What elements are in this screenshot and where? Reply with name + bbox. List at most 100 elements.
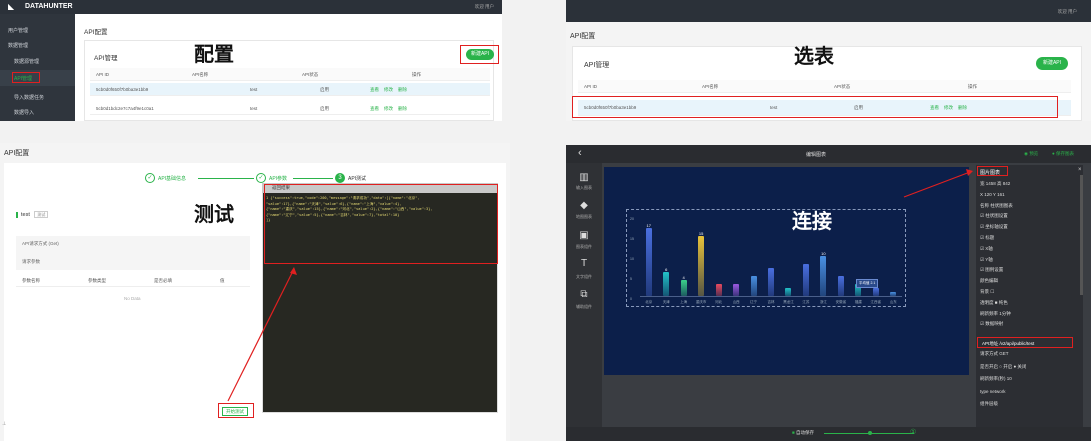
preview-button[interactable]: ◉ 预览 <box>1024 151 1038 157</box>
property-row[interactable]: type network <box>980 389 1006 394</box>
props-close-icon[interactable]: × <box>1078 167 1082 173</box>
back-button[interactable]: ‹ <box>578 147 582 159</box>
view-link[interactable]: 查看 <box>370 83 379 96</box>
property-row[interactable]: 刷新频率 1分钟 <box>980 311 1011 317</box>
chart-canvas[interactable]: 连接 20 15 10 5 0 17 北京 6 天津 4 上海 15 重庆市 河北 山西 辽宁 吉林 黑龙江 江苏… <box>604 167 969 375</box>
bar-value-label: 15 <box>698 231 704 236</box>
panel-title: API管理 <box>584 62 610 69</box>
bar[interactable] <box>663 272 670 296</box>
property-row[interactable]: ☑ 标题 <box>980 235 994 241</box>
property-row[interactable]: 透明度 ■ 纯色 <box>980 300 1008 306</box>
bar-chart-icon[interactable]: ▥ <box>577 172 591 184</box>
step-2-label: API参数 <box>269 176 288 182</box>
autosave-toggle[interactable]: ■ 自动保存 <box>792 430 814 436</box>
view-link[interactable]: 查看 <box>370 102 379 115</box>
bar[interactable] <box>872 288 879 296</box>
add-api-button[interactable]: 新建API <box>466 49 494 60</box>
result-header-label: 返回结果 <box>272 185 290 190</box>
table-header: API ID API名称 API状态 操作 <box>578 80 1071 93</box>
bar[interactable] <box>820 256 827 296</box>
user-menu[interactable]: 欢迎 用户 <box>1058 9 1077 15</box>
property-row[interactable]: 刷新频率(秒) 10 <box>980 376 1012 382</box>
col-api-name: API名称 <box>702 84 719 89</box>
edit-link[interactable]: 修改 <box>384 102 393 115</box>
bottom-bar <box>566 427 1091 441</box>
annotation-select: 选表 <box>794 44 834 68</box>
bar[interactable] <box>715 284 722 296</box>
bar[interactable] <box>645 228 652 296</box>
property-row[interactable]: ☑ Y轴 <box>980 257 993 263</box>
bar-value-label: 17 <box>646 223 651 228</box>
col-param-name: 参数名称 <box>22 278 40 283</box>
property-row[interactable]: 颜色编辑 <box>980 278 998 284</box>
table-row-selected[interactable]: 5cb0d0f650f7b0ba3e1bb9 test 启用 查看 修改 删除 <box>578 100 1071 116</box>
topbar <box>0 0 502 14</box>
delete-link[interactable]: 删除 <box>958 100 967 116</box>
bar-value-label: 6 <box>665 267 668 272</box>
property-row[interactable]: 背景 ☐ <box>980 289 994 295</box>
edit-link[interactable]: 修改 <box>944 100 953 116</box>
y-tick-label: 20 <box>630 217 634 221</box>
text-icon[interactable]: T <box>577 258 591 270</box>
view-link[interactable]: 查看 <box>930 100 939 116</box>
delete-link[interactable]: 删除 <box>398 102 407 115</box>
property-row[interactable]: ☑ 坐标轴设置 <box>980 224 1008 230</box>
property-row[interactable]: ☑ 图例设置 <box>980 267 1003 273</box>
panel-connect: ‹ 编辑图表 ◉ 预览 ● 保存图表 ▥ 输入图表 ◆ 地图图表 ▣ 图表组件 … <box>566 145 1091 441</box>
bar[interactable] <box>785 288 792 296</box>
bar-value-label: 10 <box>821 251 826 256</box>
bar[interactable] <box>680 280 687 296</box>
tool-label: 文字组件 <box>576 274 592 279</box>
col-api-status: API状态 <box>302 72 319 77</box>
sidebar-item-data[interactable]: 数据管理 <box>8 42 28 49</box>
bar[interactable] <box>802 264 809 296</box>
user-menu[interactable]: 欢迎 用户 <box>475 4 494 10</box>
edit-link[interactable]: 修改 <box>384 83 393 96</box>
props-scrollbar[interactable] <box>1080 175 1083 295</box>
sidebar-item-import-task[interactable]: 导入数据任务 <box>14 94 44 101</box>
table-row[interactable]: 5cb0d1bdc2e7c7a4f9e1c0a1 test 启用 查看 修改 删… <box>90 102 490 115</box>
request-params-label: 请求参数 <box>22 259 40 264</box>
sidebar-item-import[interactable]: 数据导入 <box>14 109 34 116</box>
property-row[interactable]: 宽 1458 高 842 <box>980 181 1010 187</box>
sidebar-item-datasource[interactable]: 数据源管理 <box>14 58 39 65</box>
result-header: 返回结果 <box>262 183 498 193</box>
property-row[interactable]: 名称 柱状图图表 <box>980 203 1013 209</box>
start-test-button[interactable]: 开始测试 <box>222 407 248 416</box>
bar[interactable] <box>890 292 897 296</box>
api-name-tag: test 测试 <box>16 211 49 218</box>
step-3-label: API测试 <box>348 176 367 182</box>
bar[interactable] <box>733 284 740 296</box>
bar[interactable] <box>698 236 705 296</box>
step-3-icon: 3 <box>335 173 345 183</box>
y-axis: 20 15 10 5 0 <box>630 213 638 301</box>
property-row[interactable]: ☑ 柱状图设置 <box>980 213 1008 219</box>
save-chart-button[interactable]: ● 保存图表 <box>1052 151 1074 157</box>
api-address-field[interactable]: API地址 /v2/api/public/test <box>982 341 1034 347</box>
add-api-button[interactable]: 新建API <box>1036 57 1068 70</box>
param-table-header: 参数名称 参数类型 是否必填 值 <box>16 274 250 287</box>
step-2-check-icon: ✓ <box>256 173 266 183</box>
col-api-status: API状态 <box>834 84 851 89</box>
sidebar-item-api[interactable]: API管理 <box>14 75 32 82</box>
helper-icon[interactable]: ⧉ <box>577 289 591 301</box>
component-icon[interactable]: ▣ <box>577 230 591 242</box>
zoom-handle[interactable] <box>868 431 872 435</box>
table-row[interactable]: 5cb0d0f650f7b0ba3e1bb9 test 启用 查看 修改 删除 <box>90 83 490 96</box>
table: API ID API名称 API状态 操作 5cb0d0f650f7b0ba3e… <box>90 68 490 121</box>
sidebar-item-users[interactable]: 用户管理 <box>8 27 28 34</box>
bar[interactable] <box>768 268 774 296</box>
property-row[interactable]: ☑ X轴 <box>980 246 993 252</box>
property-row[interactable]: ☑ 数据映射 <box>980 321 1003 327</box>
property-row[interactable]: X 120 Y 161 <box>980 192 1005 197</box>
property-row[interactable]: 是否开启 ○ 开启 ● 关闭 <box>980 364 1026 370</box>
property-row[interactable]: 组件层级 <box>980 401 998 407</box>
annotation-config: 配置 <box>194 42 234 66</box>
property-row[interactable]: 请求方式 GET <box>980 351 1009 357</box>
result-code[interactable]: 1 {"success":true,"code":200,"message":"… <box>266 196 494 224</box>
panel-config: ◣ DATAHUNTER 欢迎 用户 用户管理 数据管理 数据源管理 API管理… <box>0 0 502 121</box>
delete-link[interactable]: 删除 <box>398 83 407 96</box>
bar[interactable] <box>837 276 844 296</box>
bar[interactable] <box>750 276 757 296</box>
map-icon[interactable]: ◆ <box>577 200 591 212</box>
